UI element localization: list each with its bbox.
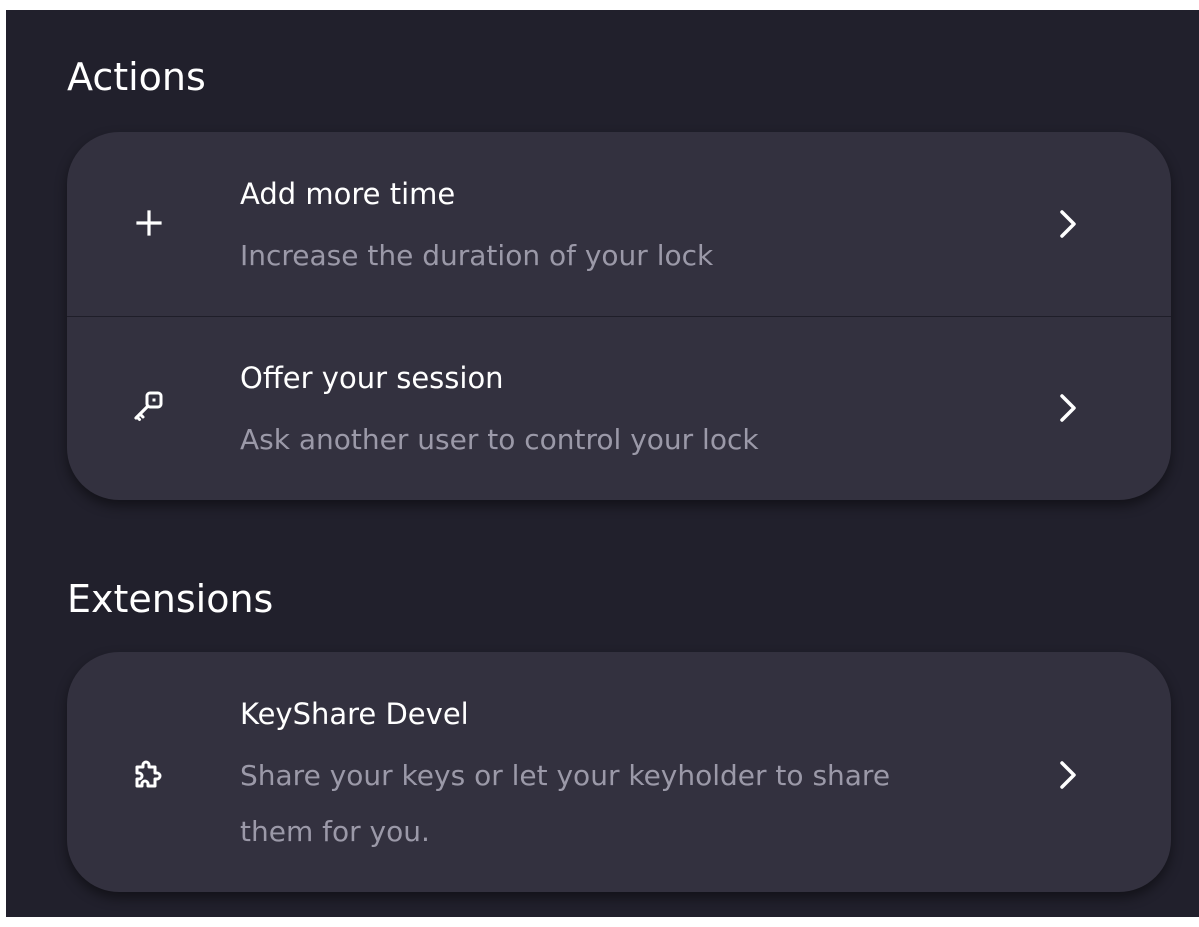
keyshare-devel-item[interactable]: KeyShare Devel Share your keys or let yo… <box>67 652 1171 892</box>
key-icon <box>129 387 169 427</box>
keyshare-devel-description-line-2: them for you. <box>240 815 430 848</box>
extensions-card: KeyShare Devel Share your keys or let yo… <box>67 652 1171 892</box>
section-title-extensions: Extensions <box>67 577 274 621</box>
chevron-right-icon <box>1057 392 1081 424</box>
settings-panel: Actions Add more time Increase the durat… <box>6 10 1199 917</box>
chevron-right-icon <box>1057 759 1081 791</box>
offer-your-session-description: Ask another user to control your lock <box>240 423 759 456</box>
add-more-time-description: Increase the duration of your lock <box>240 239 714 272</box>
add-more-time-title: Add more time <box>240 177 456 211</box>
puzzle-icon <box>129 753 169 793</box>
section-title-actions: Actions <box>67 55 206 99</box>
offer-your-session-title: Offer your session <box>240 361 504 395</box>
offer-your-session-item[interactable]: Offer your session Ask another user to c… <box>67 317 1171 500</box>
plus-icon <box>129 203 169 243</box>
chevron-right-icon <box>1057 208 1081 240</box>
add-more-time-item[interactable]: Add more time Increase the duration of y… <box>67 132 1171 316</box>
keyshare-devel-description-line-1: Share your keys or let your keyholder to… <box>240 759 891 792</box>
actions-card: Add more time Increase the duration of y… <box>67 132 1171 500</box>
keyshare-devel-title: KeyShare Devel <box>240 697 469 731</box>
